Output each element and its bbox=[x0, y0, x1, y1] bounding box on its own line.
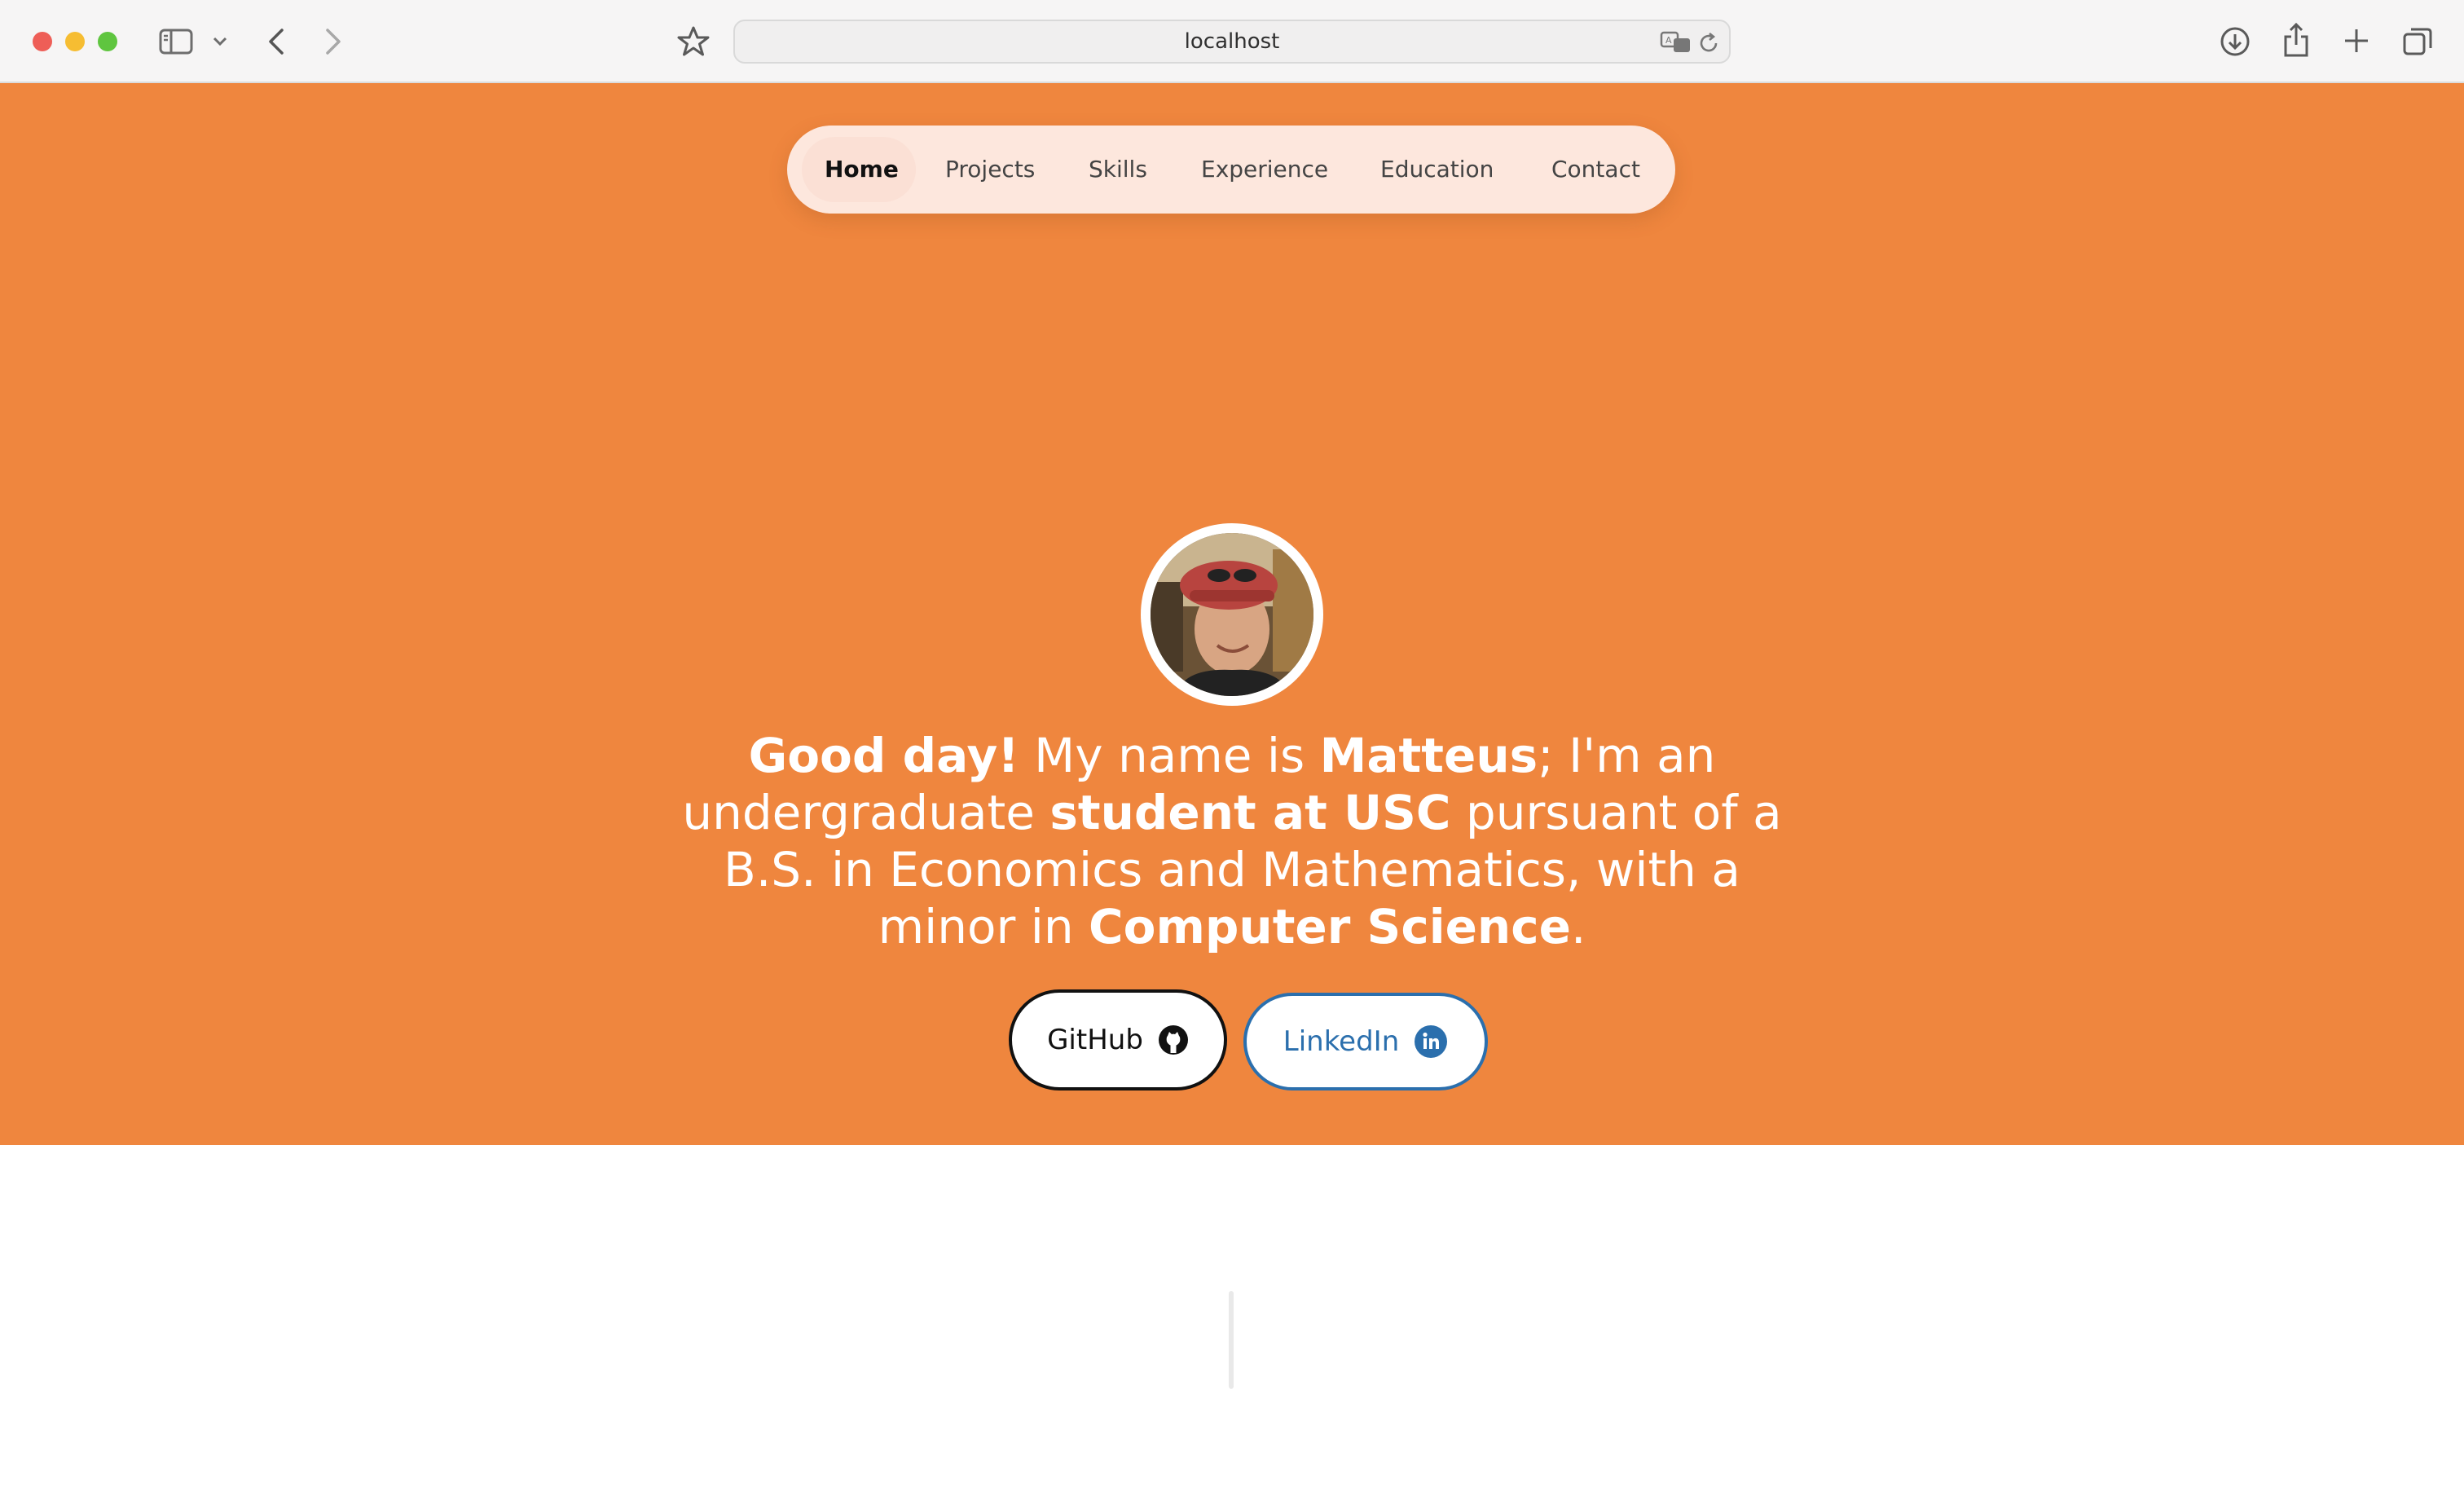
tab-overview-icon[interactable] bbox=[2400, 24, 2435, 59]
linkedin-button[interactable]: LinkedIn bbox=[1243, 993, 1488, 1090]
new-tab-icon[interactable] bbox=[2340, 24, 2373, 57]
intro-minor: Computer Science bbox=[1089, 899, 1571, 954]
sidebar-icon[interactable] bbox=[156, 26, 196, 57]
avatar bbox=[1141, 523, 1323, 706]
intro-name: Matteus bbox=[1319, 728, 1538, 783]
intro-part: My name is bbox=[1019, 728, 1320, 783]
zoom-window-button[interactable] bbox=[98, 32, 117, 51]
greeting: Good day! bbox=[748, 728, 1019, 783]
github-icon bbox=[1158, 1025, 1188, 1055]
back-icon[interactable] bbox=[262, 24, 290, 59]
nav-item-experience[interactable]: Experience bbox=[1201, 126, 1328, 214]
nav-item-projects[interactable]: Projects bbox=[945, 126, 1035, 214]
github-label: GitHub bbox=[1047, 1024, 1143, 1056]
intro-part: . bbox=[1570, 899, 1586, 954]
linkedin-label: LinkedIn bbox=[1283, 1025, 1400, 1058]
hero-section: Home Projects Skills Experience Educatio… bbox=[0, 83, 2464, 1145]
nav-item-education[interactable]: Education bbox=[1380, 126, 1494, 214]
address-bar[interactable]: localhost A bbox=[733, 20, 1731, 64]
close-window-button[interactable] bbox=[33, 32, 52, 51]
profile-photo bbox=[1151, 533, 1313, 696]
download-icon[interactable] bbox=[2218, 24, 2252, 59]
share-icon[interactable] bbox=[2280, 21, 2312, 59]
nav-item-contact[interactable]: Contact bbox=[1551, 126, 1640, 214]
svg-text:A: A bbox=[1665, 35, 1672, 46]
url-text: localhost bbox=[1184, 29, 1280, 54]
nav-item-home[interactable]: Home bbox=[825, 126, 899, 214]
linkedin-icon bbox=[1415, 1025, 1448, 1058]
forward-icon[interactable] bbox=[319, 24, 347, 59]
reload-icon[interactable] bbox=[1696, 31, 1721, 55]
nav-item-skills[interactable]: Skills bbox=[1089, 126, 1147, 214]
minimize-window-button[interactable] bbox=[65, 32, 85, 51]
github-button[interactable]: GitHub bbox=[1009, 989, 1227, 1090]
main-nav: Home Projects Skills Experience Educatio… bbox=[787, 126, 1675, 214]
scroll-indicator bbox=[1229, 1291, 1234, 1389]
translate-icon[interactable]: A bbox=[1659, 29, 1693, 55]
browser-toolbar: localhost A bbox=[0, 0, 2464, 83]
star-icon[interactable] bbox=[676, 24, 711, 59]
chevron-down-icon[interactable] bbox=[210, 33, 230, 51]
intro-text: Good day! My name is Matteus; I'm an und… bbox=[668, 727, 1796, 955]
intro-role: student at USC bbox=[1049, 785, 1451, 840]
